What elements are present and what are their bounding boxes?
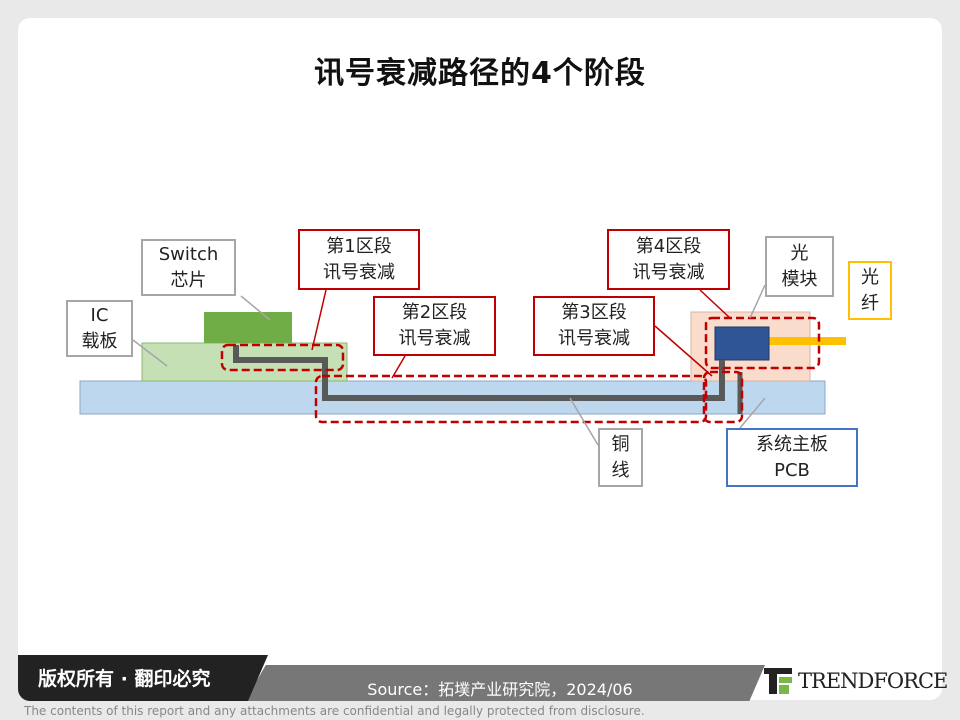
fiber-label: 光纤 (848, 261, 892, 320)
segment-4-label: 第4区段讯号衰减 (607, 229, 730, 290)
label-line: IC (90, 304, 109, 326)
seg1-leader (311, 289, 327, 351)
label-line: 光 (861, 266, 879, 288)
label-line: 讯号衰减 (398, 328, 471, 349)
label-line: 第2区段 (401, 302, 468, 323)
label-line: 讯号衰减 (558, 328, 630, 349)
switch-chip (204, 312, 292, 343)
trendforce-logo-icon (764, 668, 792, 694)
ic-substrate-label: IC 载板 (66, 300, 133, 357)
label-line: 讯号衰减 (323, 261, 395, 283)
logo-text: TRENDFORCE (798, 669, 948, 693)
label-line: 纤 (861, 292, 879, 314)
copyright-text: 版权所有 · 翻印必究 (38, 668, 211, 690)
segment-1-label: 第1区段讯号衰减 (298, 229, 420, 290)
label-line: 第1区段 (326, 235, 392, 257)
segment-3-label: 第3区段讯号衰减 (533, 296, 655, 356)
system-pcb-label: 系统主板 PCB (726, 428, 858, 487)
label-line: 第3区段 (561, 302, 627, 323)
transceiver-chip (714, 326, 770, 361)
trendforce-logo: TRENDFORCE (764, 668, 948, 694)
label-line: 模块 (781, 268, 818, 290)
label-line: Switch (158, 243, 219, 265)
fiber (769, 337, 846, 345)
disclaimer: The contents of this report and any atta… (24, 704, 645, 718)
copper-wire-label: 铜线 (598, 428, 643, 487)
label-line: 光 (790, 242, 809, 264)
label-line: 载板 (81, 330, 118, 352)
label-line: 系统主板 (756, 433, 828, 455)
label-line: 芯片 (170, 269, 207, 291)
seg2-leader (391, 355, 406, 379)
segment-2-label: 第2区段讯号衰减 (373, 296, 496, 356)
label-line: 铜 (611, 433, 630, 455)
optical-module-label: 光模块 (765, 236, 834, 297)
diagram: TOPOLOGY RESEARCH INSTITUTE (79, 284, 846, 446)
label-line: PCB (774, 459, 810, 481)
label-line: 讯号衰减 (632, 261, 705, 283)
switch-chip-label: Switch 芯片 (141, 239, 236, 296)
source-text: Source：拓墣产业研究院，2024/06 (367, 680, 633, 699)
label-line: 第4区段 (635, 235, 702, 257)
label-line: 线 (611, 459, 630, 481)
